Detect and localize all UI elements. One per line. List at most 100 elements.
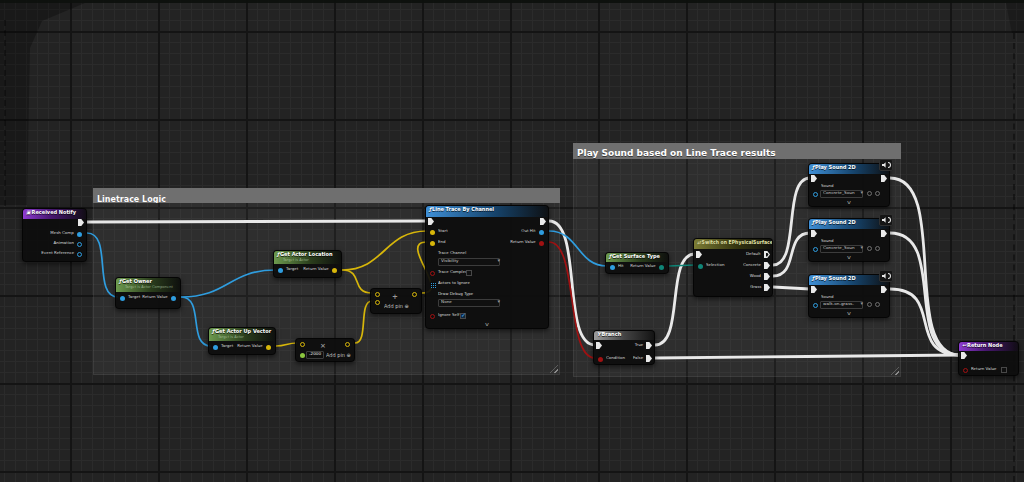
pin-return-value[interactable] bbox=[332, 268, 337, 273]
pin-actors-to-ignore[interactable] bbox=[430, 282, 436, 288]
checkbox-checked[interactable] bbox=[460, 313, 466, 319]
collapse-chevron-icon[interactable]: ∨ bbox=[484, 322, 489, 327]
pin-exec[interactable] bbox=[811, 175, 817, 182]
node-return-node[interactable]: ↩Return NodeReturn Value bbox=[958, 341, 1019, 376]
pin-mesh-comp[interactable] bbox=[77, 232, 82, 237]
node-switch-on-ephysicalsurface[interactable]: ⇄Switch on EPhysicalSurfaceSelectionDefa… bbox=[693, 238, 773, 297]
wire-ex[interactable] bbox=[890, 178, 960, 355]
wire-gd[interactable] bbox=[276, 343, 297, 346]
blueprint-graph-canvas[interactable]: Linetrace LogicPlay Sound based on Line … bbox=[0, 0, 1024, 482]
pin-return-value[interactable] bbox=[266, 345, 271, 350]
pin[interactable] bbox=[375, 292, 380, 297]
pin-return-value[interactable] bbox=[963, 368, 968, 373]
dropdown-concrete-soun[interactable]: Concrete_Soun▾ bbox=[820, 245, 863, 253]
pin-exec[interactable] bbox=[696, 251, 702, 258]
node-get-surface-type[interactable]: ƒGet Surface TypeHitReturn Value bbox=[605, 252, 669, 274]
pin-exec[interactable] bbox=[78, 219, 84, 226]
add-pin-button[interactable]: Add pin ⊕ bbox=[384, 304, 409, 309]
node-play-sound-2d-3[interactable]: ƒPlay Sound 2DSoundwalk-on-grass-▾∨ bbox=[808, 274, 890, 318]
node-add[interactable]: +Add pin ⊕ bbox=[370, 288, 422, 314]
pin[interactable] bbox=[813, 192, 818, 197]
wire-ex[interactable] bbox=[549, 221, 595, 345]
wire-gd[interactable] bbox=[342, 231, 427, 270]
pin-return-value[interactable] bbox=[171, 296, 176, 301]
wire-bl[interactable] bbox=[181, 270, 276, 297]
pin[interactable] bbox=[300, 353, 305, 358]
node-get-actor-up-vector[interactable]: ƒGet Actor Up VectorTarget is ActorTarge… bbox=[208, 327, 276, 355]
node-get-owner[interactable]: ƒGet OwnerTarget is Actor ComponentTarge… bbox=[115, 277, 181, 309]
asset-picker-icon[interactable] bbox=[867, 246, 872, 251]
pin-exec[interactable] bbox=[811, 230, 817, 237]
pin-ignore-self[interactable] bbox=[430, 314, 435, 319]
node-play-sound-2d-2[interactable]: ƒPlay Sound 2DSoundConcrete_Soun▾∨ bbox=[808, 218, 890, 262]
pin-target[interactable] bbox=[213, 345, 218, 350]
pin[interactable] bbox=[412, 292, 417, 297]
asset-picker-icon[interactable] bbox=[875, 246, 880, 251]
wire-bl[interactable] bbox=[549, 231, 607, 266]
node-play-sound-2d-1[interactable]: ƒPlay Sound 2DSoundConcrete_Soun▾∨ bbox=[808, 163, 890, 207]
asset-picker-icon[interactable] bbox=[875, 191, 880, 196]
pin-exec-false[interactable] bbox=[646, 355, 652, 362]
asset-picker-icon[interactable] bbox=[867, 302, 872, 307]
dropdown-visibility[interactable]: Visibility▾ bbox=[438, 258, 500, 266]
pin-start[interactable] bbox=[430, 230, 435, 235]
pin-exec[interactable] bbox=[428, 218, 434, 225]
pin-exec[interactable] bbox=[596, 342, 602, 349]
pin-exec-grass[interactable] bbox=[764, 284, 770, 291]
pin[interactable] bbox=[345, 342, 350, 347]
checkbox[interactable] bbox=[1001, 367, 1007, 373]
add-pin-button[interactable]: Add pin ⊕ bbox=[326, 353, 351, 358]
pin-label: Out Hit bbox=[522, 229, 536, 233]
checkbox[interactable] bbox=[466, 270, 472, 276]
wire-ex[interactable] bbox=[655, 355, 960, 358]
collapse-chevron-icon[interactable]: ∨ bbox=[846, 311, 851, 316]
pin-event-reference[interactable] bbox=[77, 252, 82, 257]
asset-picker-icon[interactable] bbox=[875, 302, 880, 307]
wire-gd[interactable] bbox=[342, 270, 372, 293]
wire-tl[interactable] bbox=[669, 265, 695, 266]
wire-ex[interactable] bbox=[773, 233, 810, 276]
node-branch[interactable]: YBranchConditionTrueFalse bbox=[593, 330, 655, 365]
asset-picker-icon[interactable] bbox=[867, 191, 872, 196]
pin[interactable] bbox=[813, 303, 818, 308]
wire-bl[interactable] bbox=[181, 297, 211, 346]
dropdown-none[interactable]: None▾ bbox=[438, 299, 500, 307]
pin-out-hit[interactable] bbox=[539, 230, 544, 235]
pin-hit[interactable] bbox=[610, 265, 615, 270]
node-received-notify[interactable]: ▣Received NotifyMesh CompAnimationEvent … bbox=[22, 208, 87, 262]
dropdown-concrete-soun[interactable]: Concrete_Soun▾ bbox=[820, 190, 863, 198]
pin-exec[interactable] bbox=[881, 175, 887, 182]
pin[interactable] bbox=[813, 247, 818, 252]
wire-ex[interactable] bbox=[773, 287, 810, 289]
field-label: Sound bbox=[821, 184, 834, 188]
dropdown-walk-on-grass[interactable]: walk-on-grass-▾ bbox=[820, 301, 863, 309]
node-line-trace-by-channel[interactable]: ƒLine Trace By ChannelStartOut HitEndRet… bbox=[425, 205, 549, 329]
collapse-chevron-icon[interactable]: ∨ bbox=[846, 255, 851, 260]
pin-target[interactable] bbox=[278, 268, 283, 273]
pin-exec-true[interactable] bbox=[646, 342, 652, 349]
pin-condition[interactable] bbox=[598, 357, 603, 362]
pin-selection[interactable] bbox=[698, 264, 703, 269]
pin-animation[interactable] bbox=[77, 242, 82, 247]
pin[interactable] bbox=[375, 300, 380, 305]
pin-exec[interactable] bbox=[540, 218, 546, 225]
pin-exec-concrete[interactable] bbox=[764, 262, 770, 269]
pin-trace-complex[interactable] bbox=[430, 271, 435, 276]
pin-return-value[interactable] bbox=[659, 265, 664, 270]
pin-target[interactable] bbox=[120, 296, 125, 301]
pin-exec-wood[interactable] bbox=[764, 273, 770, 280]
pin[interactable] bbox=[300, 342, 305, 347]
wire-bl[interactable] bbox=[87, 233, 118, 297]
value-field[interactable]: -2000 bbox=[306, 351, 324, 359]
wire-ex[interactable] bbox=[87, 221, 427, 222]
pin-return-value[interactable] bbox=[539, 241, 544, 246]
pin-exec[interactable] bbox=[811, 286, 817, 293]
pin-exec[interactable] bbox=[881, 230, 887, 237]
pin-exec[interactable] bbox=[961, 352, 967, 359]
pin-exec-default[interactable] bbox=[764, 251, 770, 258]
pin-end[interactable] bbox=[430, 241, 435, 246]
node-multiply[interactable]: ×-2000Add pin ⊕ bbox=[295, 338, 355, 362]
pin-exec[interactable] bbox=[881, 286, 887, 293]
collapse-chevron-icon[interactable]: ∨ bbox=[846, 200, 851, 205]
node-get-actor-location[interactable]: ƒGet Actor LocationTarget is ActorTarget… bbox=[273, 250, 342, 278]
